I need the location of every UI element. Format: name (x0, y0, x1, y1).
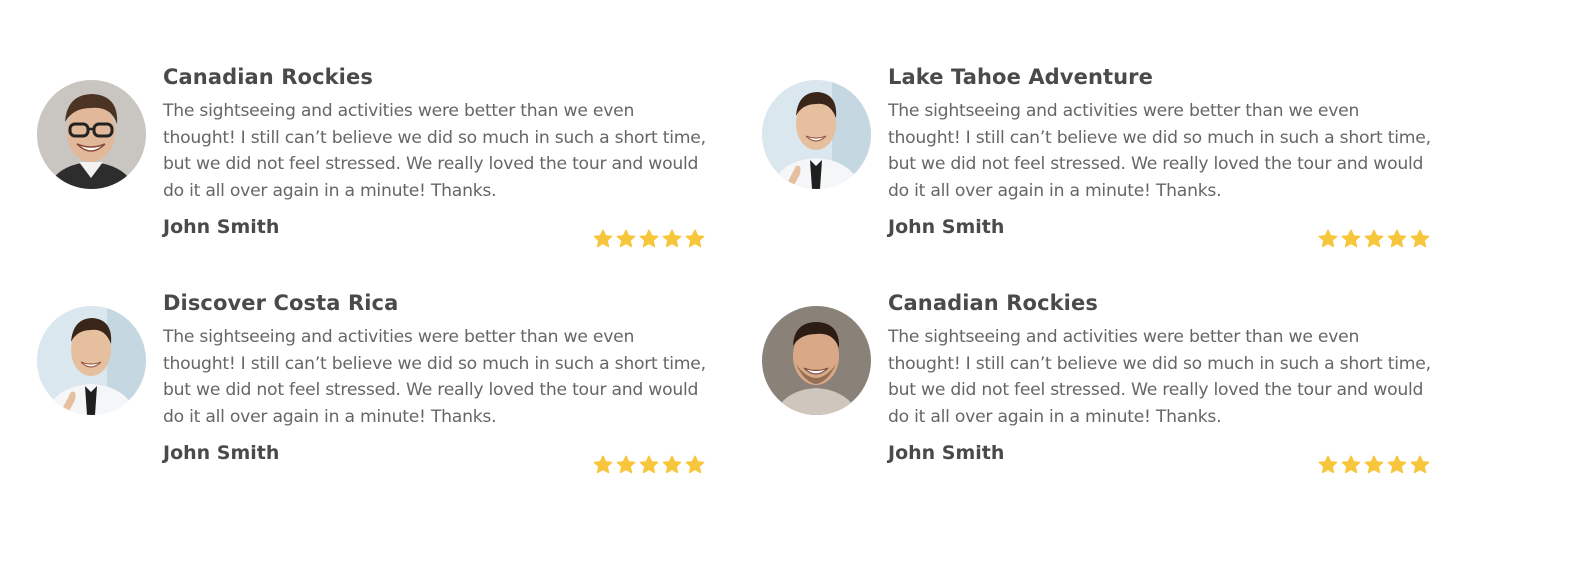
star-icon (1387, 455, 1407, 475)
star-icon (639, 455, 659, 475)
star-icon (1318, 229, 1338, 249)
star-icon (616, 229, 636, 249)
star-icon (1364, 229, 1384, 249)
star-icon (1410, 229, 1430, 249)
testimonial-content: Canadian Rockies The sightseeing and act… (888, 288, 1433, 474)
rating-stars (1318, 229, 1430, 249)
testimonial-card: Discover Costa Rica The sightseeing and … (37, 288, 737, 478)
star-icon (685, 455, 705, 475)
avatar-man-smiling-icon (762, 306, 871, 415)
rating-stars (593, 229, 705, 249)
star-icon (593, 229, 613, 249)
testimonial-card: Canadian Rockies The sightseeing and act… (37, 62, 737, 252)
review-text: The sightseeing and activities were bett… (888, 327, 1431, 427)
testimonial-card: Lake Tahoe Adventure The sightseeing and… (762, 62, 1462, 252)
testimonial-content: Lake Tahoe Adventure The sightseeing and… (888, 62, 1433, 248)
star-icon (662, 455, 682, 475)
review-text: The sightseeing and activities were bett… (888, 101, 1431, 201)
avatar-man-glasses-icon (37, 80, 146, 189)
tour-title: Canadian Rockies (888, 291, 1098, 315)
star-icon (1387, 229, 1407, 249)
testimonials-grid: Canadian Rockies The sightseeing and act… (0, 0, 1581, 562)
star-icon (1341, 455, 1361, 475)
testimonial-content: Canadian Rockies The sightseeing and act… (163, 62, 708, 248)
star-icon (593, 455, 613, 475)
tour-title: Canadian Rockies (163, 65, 373, 89)
avatar-man-tie-icon (37, 306, 146, 415)
review-text: The sightseeing and activities were bett… (163, 101, 706, 201)
star-icon (1410, 455, 1430, 475)
star-icon (1318, 455, 1338, 475)
star-icon (616, 455, 636, 475)
tour-title: Lake Tahoe Adventure (888, 65, 1153, 89)
author-name: John Smith (163, 442, 280, 464)
author-name: John Smith (163, 216, 280, 238)
review-text: The sightseeing and activities were bett… (163, 327, 706, 427)
author-name: John Smith (888, 442, 1005, 464)
testimonial-card: Canadian Rockies The sightseeing and act… (762, 288, 1462, 478)
star-icon (1341, 229, 1361, 249)
rating-stars (1318, 455, 1430, 475)
author-name: John Smith (888, 216, 1005, 238)
star-icon (685, 229, 705, 249)
star-icon (662, 229, 682, 249)
avatar-man-tie-icon (762, 80, 871, 189)
star-icon (1364, 455, 1384, 475)
rating-stars (593, 455, 705, 475)
star-icon (639, 229, 659, 249)
testimonial-content: Discover Costa Rica The sightseeing and … (163, 288, 708, 474)
tour-title: Discover Costa Rica (163, 291, 399, 315)
